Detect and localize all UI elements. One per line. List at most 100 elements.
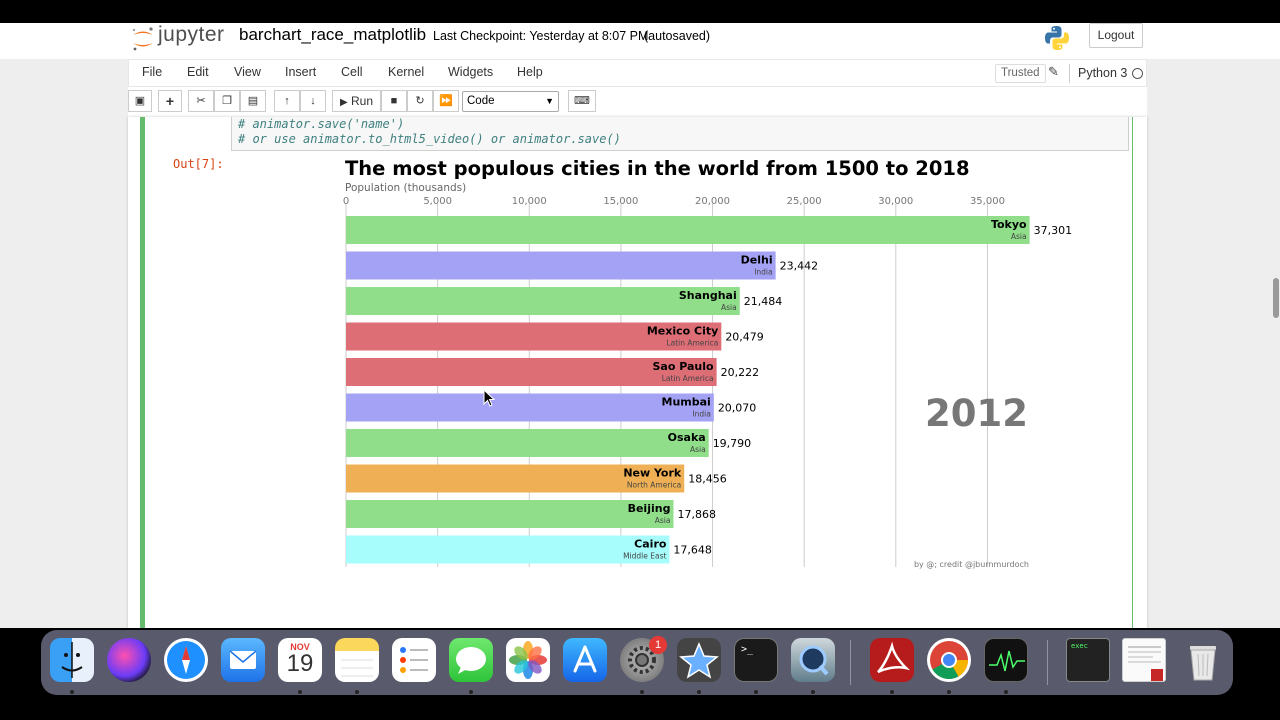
bars: TokyoAsia 37,301DelhiIndia 23,442ShanghaiA… bbox=[346, 216, 1072, 564]
bar bbox=[346, 216, 1030, 244]
bar bbox=[346, 535, 670, 564]
bar-value-label: 20,222 bbox=[721, 366, 760, 379]
bar-value-label: 23,442 bbox=[780, 260, 819, 273]
bar-city-label: Osaka bbox=[668, 431, 706, 444]
calendar-icon[interactable]: NOV 19 bbox=[278, 638, 322, 682]
running-indicator bbox=[70, 690, 74, 694]
messages-icon[interactable] bbox=[449, 638, 493, 682]
bar bbox=[346, 251, 776, 280]
screen: jupyter barchart_race_matplotlib Last Ch… bbox=[0, 0, 1280, 720]
x-tick-label: 20,000 bbox=[695, 196, 730, 207]
exec-file-icon[interactable]: exec bbox=[1066, 638, 1110, 682]
bar-chart-race: The most populous cities in the world fr… bbox=[343, 157, 1072, 569]
bar-region-label: Asia bbox=[1011, 232, 1027, 241]
notification-badge: 1 bbox=[649, 636, 667, 654]
bar-region-label: Latin America bbox=[662, 374, 714, 383]
bar-city-label: Cairo bbox=[634, 538, 667, 551]
x-tick-label: 0 bbox=[343, 196, 349, 207]
star-icon bbox=[679, 642, 719, 679]
bar-value-label: 19,790 bbox=[713, 437, 752, 450]
running-indicator bbox=[355, 690, 359, 694]
chrome-icon[interactable] bbox=[927, 638, 971, 682]
running-indicator bbox=[890, 690, 894, 694]
pdf-document-icon[interactable] bbox=[1122, 638, 1166, 682]
bar-region-label: Asia bbox=[655, 516, 671, 525]
checklist-icon bbox=[400, 647, 428, 673]
macos-dock: NOV 19 1 >_ exec bbox=[41, 630, 1233, 695]
activity-monitor-icon[interactable] bbox=[984, 638, 1028, 682]
running-indicator bbox=[469, 690, 473, 694]
acrobat-logo-icon bbox=[877, 641, 911, 674]
speech-bubble-icon bbox=[456, 647, 486, 674]
calendar-day: 19 bbox=[286, 650, 314, 677]
credit-label: by @; credit @jburnmurdoch bbox=[914, 560, 1029, 569]
bar-city-label: Mumbai bbox=[662, 396, 711, 409]
kite-app-icon[interactable] bbox=[677, 638, 721, 682]
finder-icon[interactable] bbox=[50, 638, 94, 682]
bar-region-label: North America bbox=[627, 481, 681, 490]
bar-city-label: Tokyo bbox=[991, 218, 1027, 231]
bar bbox=[346, 393, 714, 422]
notes-lines-icon bbox=[341, 659, 373, 677]
x-tick-label: 30,000 bbox=[878, 196, 913, 207]
safari-icon[interactable] bbox=[164, 638, 208, 682]
trash-icon[interactable] bbox=[1181, 638, 1225, 682]
acrobat-icon[interactable] bbox=[870, 638, 914, 682]
running-indicator bbox=[697, 690, 701, 694]
running-indicator bbox=[298, 690, 302, 694]
notes-icon[interactable] bbox=[335, 638, 379, 682]
chart-title: The most populous cities in the world fr… bbox=[345, 157, 970, 180]
bar-region-label: India bbox=[754, 268, 772, 277]
bar-value-label: 21,484 bbox=[744, 295, 783, 308]
mail-icon[interactable] bbox=[221, 638, 265, 682]
running-indicator bbox=[947, 690, 951, 694]
terminal-icon[interactable]: >_ bbox=[734, 638, 778, 682]
quicktime-q-icon bbox=[799, 645, 829, 676]
dock-separator bbox=[850, 640, 851, 685]
bar-city-label: Beijing bbox=[628, 502, 671, 515]
bar-value-label: 20,479 bbox=[725, 331, 764, 344]
year-label: 2012 bbox=[925, 392, 1028, 435]
bar-value-label: 20,070 bbox=[718, 402, 757, 415]
finder-face-icon bbox=[61, 642, 83, 678]
quicktime-icon[interactable] bbox=[791, 638, 835, 682]
photos-icon[interactable] bbox=[506, 638, 550, 682]
chrome-logo-icon bbox=[930, 641, 969, 680]
x-tick-label: 5,000 bbox=[423, 196, 452, 207]
x-axis-label: Population (thousands) bbox=[345, 182, 466, 194]
bar-region-label: Asia bbox=[721, 303, 737, 312]
flower-icon bbox=[509, 641, 547, 679]
bar-city-label: Shanghai bbox=[679, 289, 737, 302]
exec-label: exec bbox=[1071, 642, 1088, 650]
reminders-icon[interactable] bbox=[392, 638, 436, 682]
dock-separator bbox=[1047, 640, 1048, 685]
running-indicator bbox=[640, 690, 644, 694]
mouse-cursor-icon bbox=[483, 389, 495, 407]
trash-can-icon bbox=[1190, 646, 1216, 681]
compass-icon bbox=[167, 641, 205, 679]
running-indicator bbox=[754, 690, 758, 694]
bar-value-label: 18,456 bbox=[688, 473, 727, 486]
bar-city-label: New York bbox=[623, 467, 682, 480]
terminal-prompt: >_ bbox=[741, 644, 754, 655]
bar-value-label: 17,868 bbox=[677, 508, 716, 521]
bar-value-label: 17,648 bbox=[673, 544, 712, 557]
bar bbox=[346, 500, 674, 528]
app-store-a-icon bbox=[573, 645, 597, 673]
page-scrollbar[interactable] bbox=[1273, 278, 1279, 318]
pulse-graph-icon bbox=[989, 650, 1025, 672]
running-indicator bbox=[811, 690, 815, 694]
bar-region-label: Asia bbox=[690, 445, 706, 454]
bar-region-label: Middle East bbox=[623, 552, 666, 561]
bar-city-label: Mexico City bbox=[647, 325, 718, 338]
bar-region-label: India bbox=[692, 410, 710, 419]
bar-city-label: Sao Paulo bbox=[653, 360, 715, 373]
bar-value-label: 37,301 bbox=[1034, 224, 1073, 237]
siri-icon[interactable] bbox=[107, 638, 151, 682]
bar bbox=[346, 429, 709, 457]
app-store-icon[interactable] bbox=[563, 638, 607, 682]
x-tick-label: 15,000 bbox=[603, 196, 638, 207]
x-tick-labels: 0 5,000 10,000 15,000 20,000 25,000 30,000 35,0… bbox=[343, 196, 1005, 207]
bar-city-label: Delhi bbox=[741, 254, 773, 267]
document-thumbnail-icon bbox=[1128, 646, 1163, 681]
